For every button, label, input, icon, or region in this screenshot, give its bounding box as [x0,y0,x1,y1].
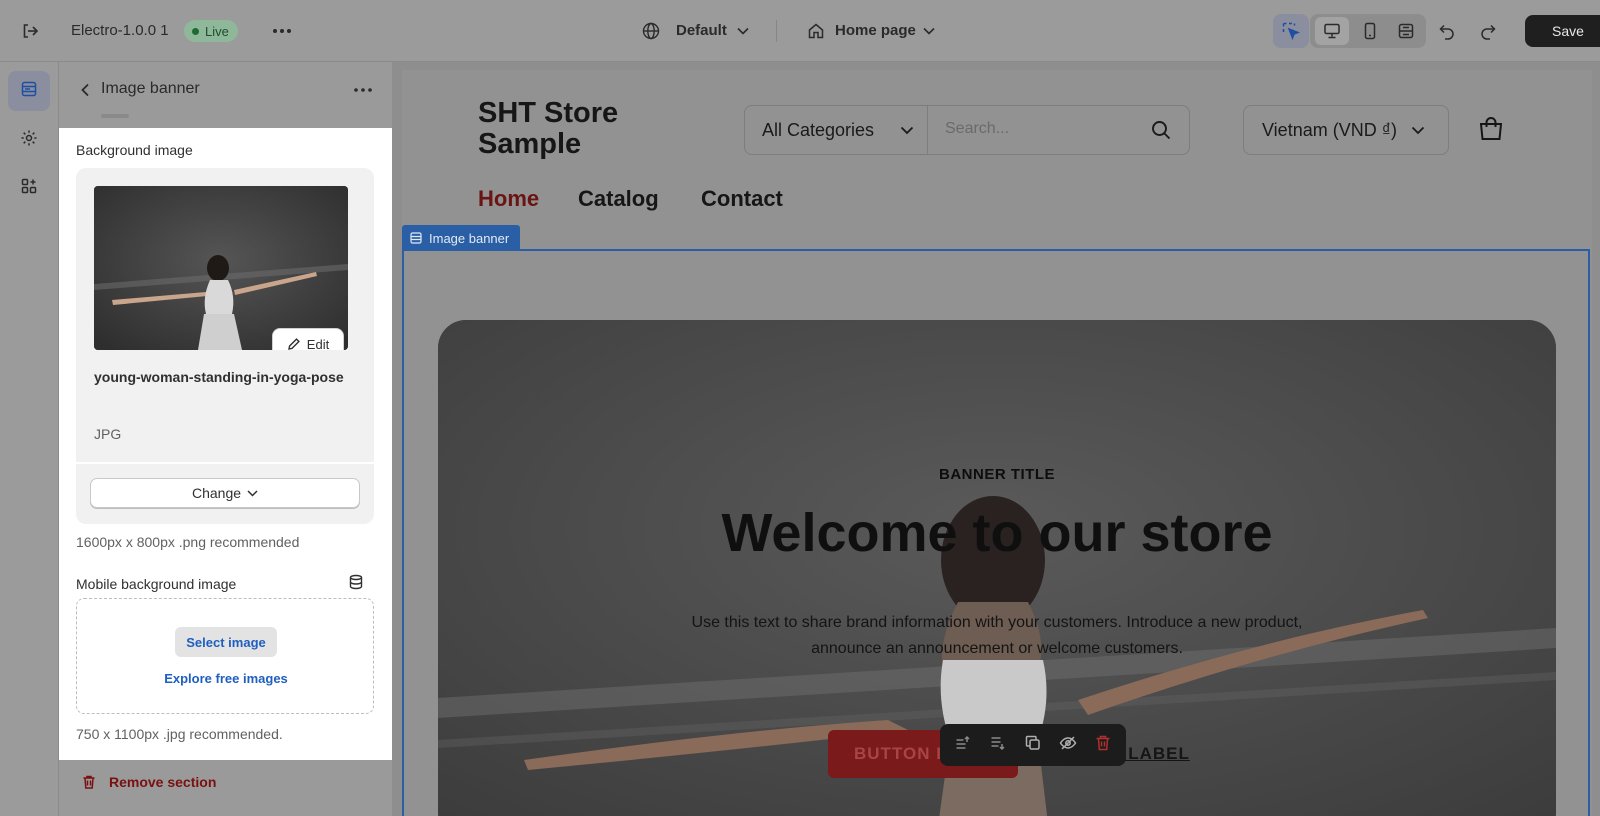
banner-text-line1: Use this text to share brand information… [691,614,1303,631]
select-image-button[interactable]: Select image [175,627,277,657]
redo-icon[interactable] [1478,21,1498,41]
image-banner[interactable]: BANNER TITLE Welcome to our store Use th… [438,320,1556,816]
remove-section-button[interactable]: Remove section [81,774,216,790]
scroll-indicator [101,114,129,118]
cart-icon[interactable] [1478,116,1504,147]
status-label: Live [205,23,229,39]
search-icon[interactable] [1150,119,1172,146]
chevron-down-icon[interactable] [736,25,750,37]
store-logo-text[interactable]: SHT Store Sample [478,98,618,160]
section-icon [410,232,422,244]
block-floating-toolbar [940,724,1126,766]
duplicate-icon[interactable] [1024,734,1042,757]
more-options-icon[interactable] [268,19,296,43]
panel-title: Image banner [101,80,200,97]
banner-text-line2: announce an announcement or welcome cust… [811,640,1183,657]
store-name-line2: Sample [478,128,582,160]
undo-icon[interactable] [1437,21,1457,41]
background-image-label: Background image [76,142,193,158]
change-image-bar: Change [76,464,374,524]
settings-panel: Image banner Background image Edit young… [59,62,392,816]
theme-selector[interactable]: Default [676,22,727,39]
background-image-hint: 1600px x 800px .png recommended [76,534,300,550]
fullscreen-icon[interactable] [1396,21,1416,41]
background-image-settings: Background image Edit young-woman-standi… [59,128,392,760]
banner-heading: Welcome to our store [721,503,1273,563]
globe-icon [641,21,661,41]
page-selector[interactable]: Home page [835,22,916,39]
apps-tab[interactable] [8,168,50,208]
trash-icon [83,775,95,789]
sections-icon [20,80,38,103]
background-image-thumbnail[interactable]: Edit [94,186,348,350]
more-options-icon[interactable] [351,82,375,98]
file-type: JPG [94,426,122,442]
status-dot [192,27,199,35]
dynamic-source-icon[interactable] [348,574,366,592]
category-label: All Categories [762,119,875,140]
mobile-image-dropzone[interactable]: Select image Explore free images [76,598,374,714]
move-down-icon[interactable] [989,734,1007,757]
nav-item-contact[interactable]: Contact [701,186,783,212]
section-label-tag[interactable]: Image banner [402,225,521,251]
delete-icon[interactable] [1094,734,1112,757]
remove-section-label: Remove section [109,774,217,790]
file-name: young-woman-standing-in-yoga-pose [94,369,344,385]
divider [776,20,777,42]
chevron-down-icon [900,126,914,134]
chevron-down-icon[interactable] [922,25,936,37]
left-rail [0,62,59,816]
panel-header: Image banner [59,62,392,128]
apps-icon [20,177,38,200]
gear-icon [20,129,38,152]
country-label: Vietnam (VND ₫) [1262,119,1397,140]
chevron-down-icon [1411,126,1425,134]
mobile-icon[interactable] [1360,21,1380,41]
desktop-icon[interactable] [1322,21,1342,41]
select-cursor-icon[interactable] [1281,21,1301,41]
sections-tab[interactable] [8,71,50,111]
app-version: Electro-1.0.0 1 [71,22,169,39]
home-icon [806,21,826,41]
theme-settings-tab[interactable] [8,120,50,160]
banner-text: Use this text to share brand information… [657,610,1337,662]
back-arrow-icon[interactable] [75,80,95,100]
image-preview-box: Edit young-woman-standing-in-yoga-pose J… [76,168,374,462]
nav-item-catalog[interactable]: Catalog [578,186,659,212]
category-selector[interactable]: All Categories [745,106,928,154]
change-image-button[interactable]: Change [90,478,360,508]
status-badge: Live [184,20,238,42]
mobile-image-hint: 750 x 1100px .jpg recommended. [76,726,283,742]
nav-item-home[interactable]: Home [478,186,539,212]
hide-icon[interactable] [1059,734,1077,757]
pencil-icon [287,338,300,350]
country-selector[interactable]: Vietnam (VND ₫) [1243,105,1449,155]
store-name-line1: SHT Store [478,97,619,129]
move-up-icon[interactable] [954,734,972,757]
banner-subtitle: BANNER TITLE [939,466,1055,483]
top-bar: Electro-1.0.0 1 Live Default Home page S… [0,0,1600,62]
chevron-down-icon [247,489,258,497]
explore-free-images-link[interactable]: Explore free images [77,671,375,686]
change-label: Change [191,485,242,501]
section-tag-label: Image banner [429,230,510,246]
save-button[interactable]: Save [1525,15,1600,47]
search-bar: All Categories Search... [744,105,1190,155]
store-preview: SHT Store Sample All Categories Search..… [402,70,1592,816]
mobile-background-label: Mobile background image [76,576,237,592]
edit-image-button[interactable]: Edit [272,328,344,350]
search-input[interactable]: Search... [945,120,1009,138]
exit-icon[interactable] [18,19,42,43]
edit-label: Edit [306,336,330,351]
